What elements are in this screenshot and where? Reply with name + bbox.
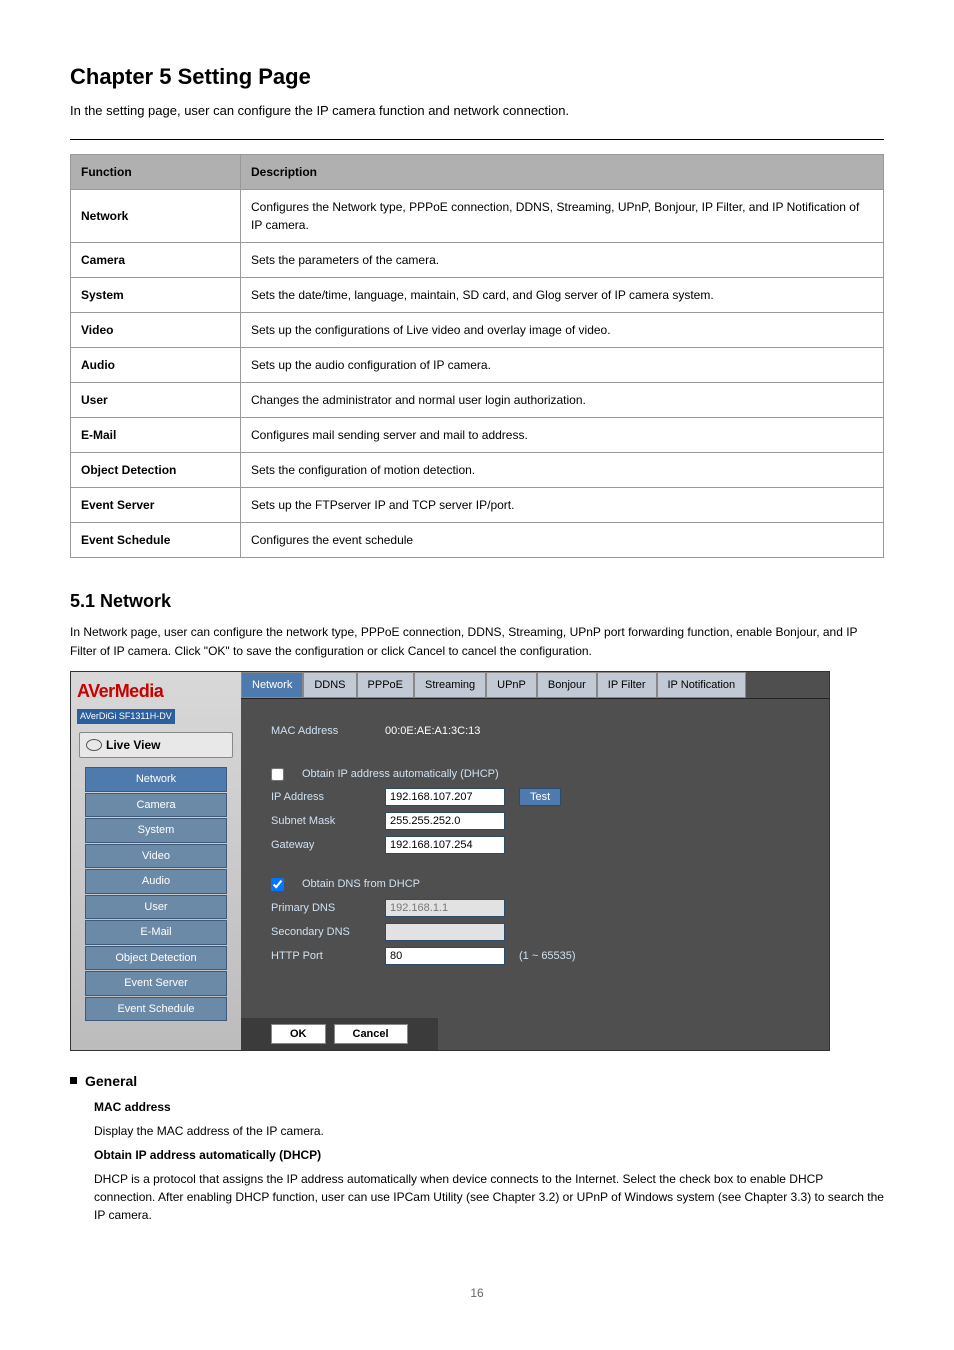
section-network-heading: 5.1 Network	[70, 588, 884, 615]
table-row: E-MailConfigures mail sending server and…	[71, 417, 884, 452]
cancel-button[interactable]: Cancel	[334, 1024, 408, 1044]
desc-cell: Sets up the configurations of Live video…	[241, 312, 884, 347]
divider	[70, 139, 884, 140]
dhcp-checkbox-label: Obtain IP address automatically (DHCP)	[302, 766, 499, 783]
http-port-label: HTTP Port	[271, 948, 371, 965]
ok-button[interactable]: OK	[271, 1024, 326, 1044]
fn-cell: Network	[71, 189, 241, 242]
desc-cell: Sets up the audio configuration of IP ca…	[241, 347, 884, 382]
chapter-title: Chapter 5 Setting Page	[70, 60, 884, 93]
tab-upnp[interactable]: UPnP	[486, 672, 537, 699]
table-row: Object DetectionSets the configuration o…	[71, 452, 884, 487]
table-row: Event ScheduleConfigures the event sched…	[71, 522, 884, 557]
subnet-mask-label: Subnet Mask	[271, 813, 371, 830]
primary-dns-input	[385, 899, 505, 917]
ss-sidebar: AVerMedia AVerDiGi SF1311H-DV Live View …	[71, 672, 241, 1050]
sidebar-item-network[interactable]: Network	[85, 767, 227, 792]
desc-cell: Sets the date/time, language, maintain, …	[241, 277, 884, 312]
fn-cell: Audio	[71, 347, 241, 382]
table-row: UserChanges the administrator and normal…	[71, 382, 884, 417]
table-row: AudioSets up the audio configuration of …	[71, 347, 884, 382]
ip-address-input[interactable]	[385, 788, 505, 806]
fn-cell: User	[71, 382, 241, 417]
sidebar-item-system[interactable]: System	[85, 818, 227, 843]
table-head-function: Function	[71, 154, 241, 189]
sidebar-item-event-server[interactable]: Event Server	[85, 971, 227, 996]
desc-cell: Configures mail sending server and mail …	[241, 417, 884, 452]
table-head-description: Description	[241, 154, 884, 189]
sidebar-item-video[interactable]: Video	[85, 844, 227, 869]
secondary-dns-input	[385, 923, 505, 941]
desc-cell: Configures the Network type, PPPoE conne…	[241, 189, 884, 242]
mac-sub-title: MAC address	[94, 1100, 171, 1114]
sidebar-item-user[interactable]: User	[85, 895, 227, 920]
primary-dns-label: Primary DNS	[271, 900, 371, 917]
test-button[interactable]: Test	[519, 788, 561, 806]
general-heading: General	[85, 1071, 137, 1092]
sidebar-item-email[interactable]: E-Mail	[85, 920, 227, 945]
desc-cell: Sets the configuration of motion detecti…	[241, 452, 884, 487]
tab-ip-notification[interactable]: IP Notification	[657, 672, 747, 699]
sidebar-item-camera[interactable]: Camera	[85, 793, 227, 818]
dhcp-sub-title: Obtain IP address automatically (DHCP)	[94, 1148, 321, 1162]
mac-address-label: MAC Address	[271, 723, 371, 740]
tab-ip-filter[interactable]: IP Filter	[597, 672, 657, 699]
subnet-mask-input[interactable]	[385, 812, 505, 830]
desc-cell: Changes the administrator and normal use…	[241, 382, 884, 417]
fn-cell: Camera	[71, 242, 241, 277]
http-port-input[interactable]	[385, 947, 505, 965]
ss-main: Network DDNS PPPoE Streaming UPnP Bonjou…	[241, 672, 829, 1050]
brand-logo: AVerMedia	[77, 678, 235, 705]
tab-ddns[interactable]: DDNS	[303, 672, 356, 699]
desc-cell: Configures the event schedule	[241, 522, 884, 557]
desc-cell: Sets the parameters of the camera.	[241, 242, 884, 277]
dns-dhcp-label: Obtain DNS from DHCP	[302, 876, 420, 893]
secondary-dns-label: Secondary DNS	[271, 924, 371, 941]
tab-bar: Network DDNS PPPoE Streaming UPnP Bonjou…	[241, 672, 829, 700]
table-row: Event ServerSets up the FTPserver IP and…	[71, 487, 884, 522]
tab-pppoe[interactable]: PPPoE	[357, 672, 414, 699]
fn-cell: E-Mail	[71, 417, 241, 452]
live-view-button[interactable]: Live View	[79, 732, 233, 758]
function-table: Function Description NetworkConfigures t…	[70, 154, 884, 558]
page-number: 16	[70, 1284, 884, 1302]
dhcp-sub-desc: DHCP is a protocol that assigns the IP a…	[94, 1170, 884, 1224]
desc-cell: Sets up the FTPserver IP and TCP server …	[241, 487, 884, 522]
dns-dhcp-checkbox[interactable]	[271, 878, 284, 891]
fn-cell: Video	[71, 312, 241, 347]
mac-address-value: 00:0E:AE:A1:3C:13	[385, 723, 480, 740]
fn-cell: Object Detection	[71, 452, 241, 487]
chapter-subtitle: In the setting page, user can configure …	[70, 101, 884, 121]
table-row: VideoSets up the configurations of Live …	[71, 312, 884, 347]
ip-address-label: IP Address	[271, 789, 371, 806]
table-row: SystemSets the date/time, language, main…	[71, 277, 884, 312]
gateway-label: Gateway	[271, 837, 371, 854]
tab-network[interactable]: Network	[241, 672, 303, 699]
dhcp-checkbox[interactable]	[271, 768, 284, 781]
sidebar-item-audio[interactable]: Audio	[85, 869, 227, 894]
bullet-icon	[70, 1077, 77, 1084]
section-network-intro: In Network page, user can configure the …	[70, 623, 884, 661]
network-screenshot: AVerMedia AVerDiGi SF1311H-DV Live View …	[70, 671, 830, 1051]
table-row: CameraSets the parameters of the camera.	[71, 242, 884, 277]
tab-streaming[interactable]: Streaming	[414, 672, 486, 699]
fn-cell: System	[71, 277, 241, 312]
http-port-range: (1 ~ 65535)	[519, 948, 576, 965]
fn-cell: Event Server	[71, 487, 241, 522]
sidebar-item-object-detection[interactable]: Object Detection	[85, 946, 227, 971]
fn-cell: Event Schedule	[71, 522, 241, 557]
mac-sub-desc: Display the MAC address of the IP camera…	[94, 1122, 884, 1140]
table-row: NetworkConfigures the Network type, PPPo…	[71, 189, 884, 242]
tab-bonjour[interactable]: Bonjour	[537, 672, 597, 699]
sidebar-item-event-schedule[interactable]: Event Schedule	[85, 997, 227, 1022]
live-view-label: Live View	[106, 736, 160, 754]
gateway-input[interactable]	[385, 836, 505, 854]
brand-model: AVerDiGi SF1311H-DV	[77, 709, 175, 725]
